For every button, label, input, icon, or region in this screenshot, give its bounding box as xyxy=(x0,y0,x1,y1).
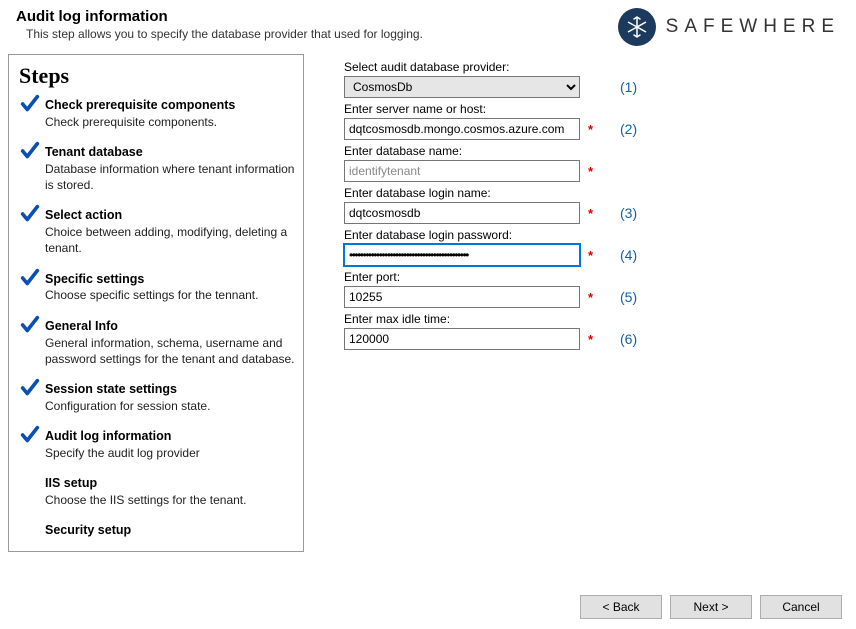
password-input[interactable] xyxy=(344,244,580,266)
server-input[interactable] xyxy=(344,118,580,140)
form-panel: Select audit database provider: CosmosDb… xyxy=(344,54,848,552)
annot-6: (6) xyxy=(620,331,637,347)
annot-3: (3) xyxy=(620,205,637,221)
step-desc: Choose the IIS settings for the tenant. xyxy=(45,492,295,508)
step-desc: Database information where tenant inform… xyxy=(45,161,295,193)
button-bar: < Back Next > Cancel xyxy=(580,595,842,619)
step-title: Specific settings xyxy=(45,271,295,288)
idle-input[interactable] xyxy=(344,328,580,350)
header: Audit log information This step allows y… xyxy=(0,0,856,54)
snowflake-icon xyxy=(618,8,656,46)
next-button[interactable]: Next > xyxy=(670,595,752,619)
steps-panel: Steps Check prerequisite componentsCheck… xyxy=(8,54,304,552)
annot-1: (1) xyxy=(620,79,637,95)
required-icon: * xyxy=(588,122,598,137)
step-title: Security setup xyxy=(45,522,295,539)
step-title: IIS setup xyxy=(45,475,295,492)
step-desc: Choose specific settings for the tennant… xyxy=(45,287,295,303)
login-input[interactable] xyxy=(344,202,580,224)
step-title: Tenant database xyxy=(45,144,295,161)
step-desc: Choose the security settings for the ten… xyxy=(45,539,295,541)
step-item[interactable]: IIS setupChoose the IIS settings for the… xyxy=(19,469,299,516)
step-title: General Info xyxy=(45,318,295,335)
steps-list[interactable]: Check prerequisite componentsCheck prere… xyxy=(9,91,303,541)
label-idle: Enter max idle time: xyxy=(344,312,848,326)
step-item[interactable]: Specific settingsChoose specific setting… xyxy=(19,265,299,312)
back-button[interactable]: < Back xyxy=(580,595,662,619)
label-provider: Select audit database provider: xyxy=(344,60,848,74)
required-icon: * xyxy=(588,164,598,179)
step-item[interactable]: Session state settingsConfiguration for … xyxy=(19,375,299,422)
step-item[interactable]: Audit log informationSpecify the audit l… xyxy=(19,422,299,469)
step-desc: General information, schema, username an… xyxy=(45,335,295,367)
label-dbname: Enter database name: xyxy=(344,144,848,158)
step-item[interactable]: Select actionChoice between adding, modi… xyxy=(19,201,299,264)
provider-select[interactable]: CosmosDb xyxy=(344,76,580,98)
annot-5: (5) xyxy=(620,289,637,305)
required-icon: * xyxy=(588,248,598,263)
annot-2: (2) xyxy=(620,121,637,137)
step-title: Select action xyxy=(45,207,295,224)
step-item[interactable]: General InfoGeneral information, schema,… xyxy=(19,312,299,375)
required-icon: * xyxy=(588,332,598,347)
required-icon: * xyxy=(588,290,598,305)
label-password: Enter database login password: xyxy=(344,228,848,242)
page-subtitle: This step allows you to specify the data… xyxy=(26,27,618,41)
required-icon: * xyxy=(588,206,598,221)
step-desc: Choice between adding, modifying, deleti… xyxy=(45,224,295,256)
label-server: Enter server name or host: xyxy=(344,102,848,116)
annot-4: (4) xyxy=(620,247,637,263)
step-title: Session state settings xyxy=(45,381,295,398)
cancel-button[interactable]: Cancel xyxy=(760,595,842,619)
step-title: Check prerequisite components xyxy=(45,97,295,114)
label-login: Enter database login name: xyxy=(344,186,848,200)
step-desc: Specify the audit log provider xyxy=(45,445,295,461)
brand-logo: SAFEWHERE xyxy=(618,8,840,46)
step-item[interactable]: Check prerequisite componentsCheck prere… xyxy=(19,91,299,138)
step-item[interactable]: Security setupChoose the security settin… xyxy=(19,516,299,541)
port-input[interactable] xyxy=(344,286,580,308)
brand-text: SAFEWHERE xyxy=(666,16,840,38)
step-desc: Configuration for session state. xyxy=(45,398,295,414)
dbname-input xyxy=(344,160,580,182)
steps-title: Steps xyxy=(9,55,303,91)
page-title: Audit log information xyxy=(16,8,618,25)
step-item[interactable]: Tenant databaseDatabase information wher… xyxy=(19,138,299,201)
step-desc: Check prerequisite components. xyxy=(45,114,295,130)
label-port: Enter port: xyxy=(344,270,848,284)
step-title: Audit log information xyxy=(45,428,295,445)
